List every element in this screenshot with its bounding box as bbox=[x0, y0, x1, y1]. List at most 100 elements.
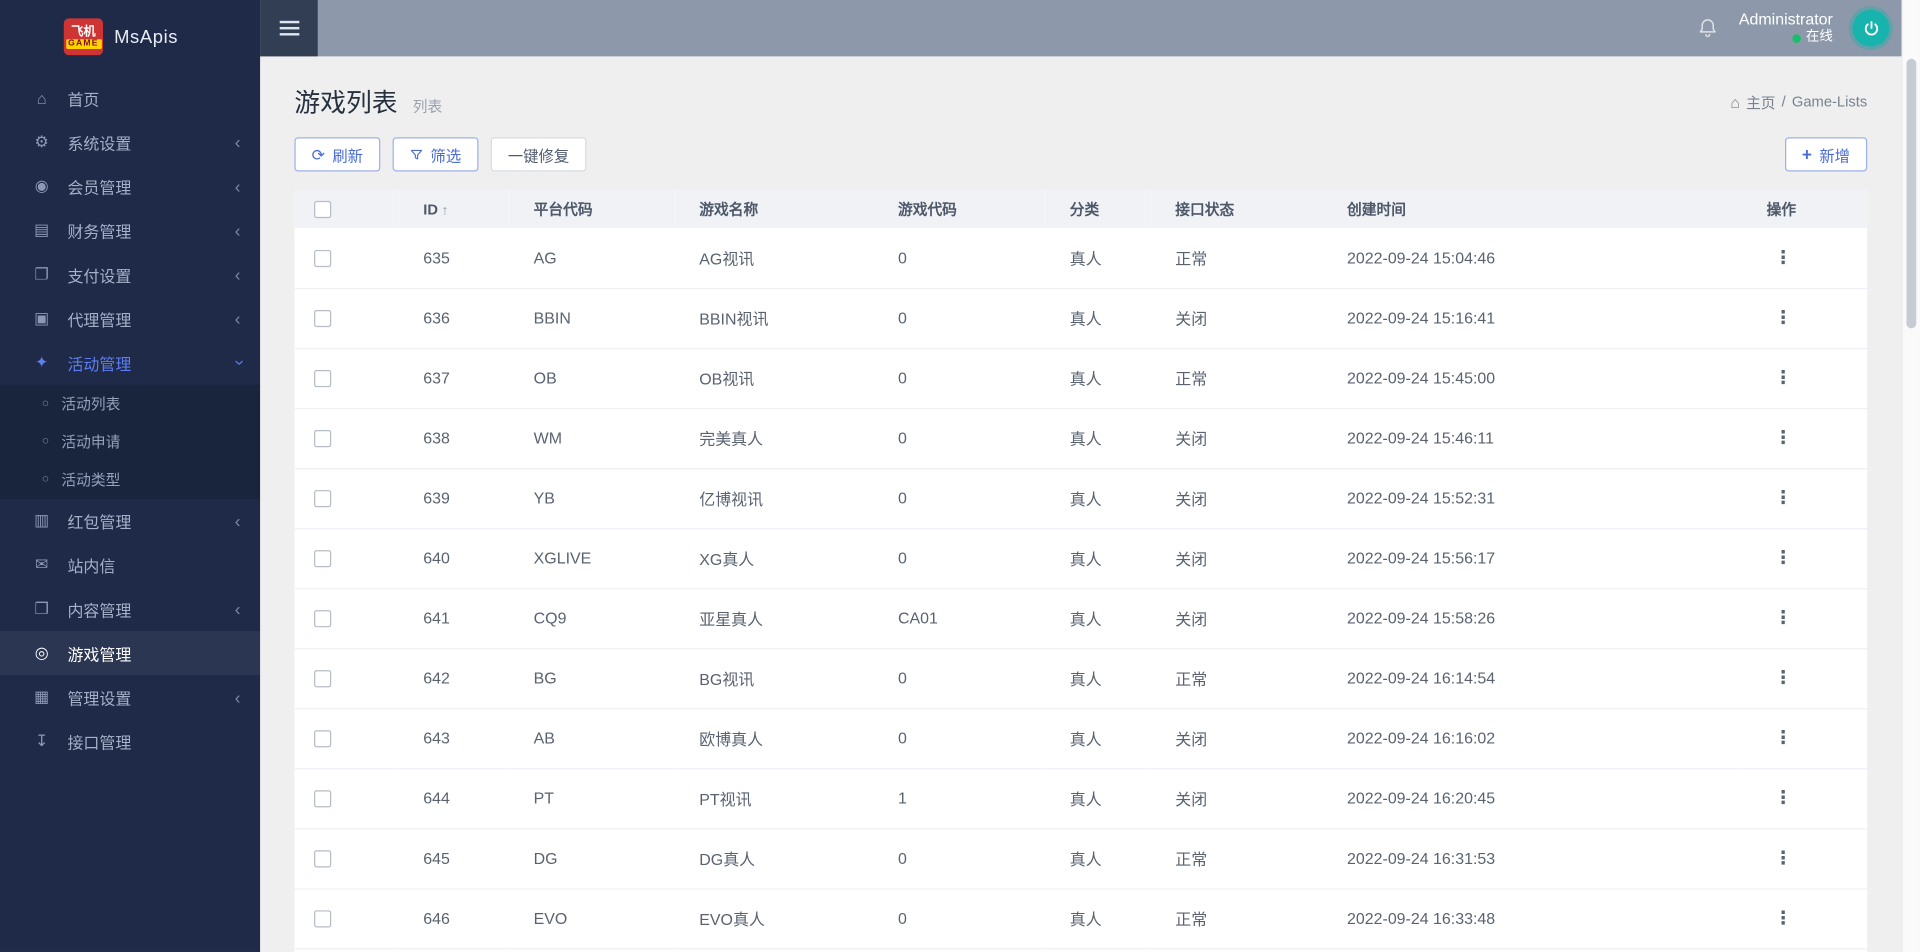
payment-icon: ❐ bbox=[34, 264, 49, 284]
home-icon: ⌂ bbox=[1730, 92, 1740, 111]
sidebar-item-finance-manage[interactable]: ▤ 财务管理 ‹ bbox=[0, 208, 260, 252]
sidebar-item-label: 活动管理 bbox=[67, 354, 132, 374]
sidebar-subitem-activity-apply[interactable]: ○ 活动申请 bbox=[0, 422, 261, 461]
row-checkbox[interactable] bbox=[314, 310, 332, 328]
cell-created-time: 2022-09-24 16:33:48 bbox=[1322, 888, 1743, 949]
sidebar-item-label: 站内信 bbox=[67, 556, 116, 576]
table-row: 645 DG DG真人 0 真人 正常 2022-09-24 16:31:53 ⋮ bbox=[294, 828, 1868, 889]
column-header-5[interactable]: 接口状态 bbox=[1150, 189, 1323, 228]
add-button[interactable]: + 新增 bbox=[1784, 137, 1868, 172]
cell-platform-code: BG bbox=[509, 648, 675, 709]
row-checkbox[interactable] bbox=[314, 370, 332, 388]
row-checkbox[interactable] bbox=[314, 670, 332, 688]
sidebar-item-site-mail[interactable]: ✉ 站内信 bbox=[0, 543, 260, 587]
cell-id: 641 bbox=[398, 588, 510, 649]
breadcrumb-home-link[interactable]: 主页 bbox=[1746, 91, 1775, 112]
row-checkbox[interactable] bbox=[314, 910, 332, 928]
cell-created-time: 2022-09-24 15:46:11 bbox=[1322, 407, 1743, 469]
cell-created-time: 2022-09-24 16:14:54 bbox=[1322, 648, 1743, 709]
cell-game-name: 亿博视讯 bbox=[674, 468, 874, 529]
row-checkbox[interactable] bbox=[314, 850, 332, 868]
column-header-4[interactable]: 分类 bbox=[1045, 189, 1151, 228]
column-header-3[interactable]: 游戏代码 bbox=[873, 189, 1046, 228]
cell-game-code: 0 bbox=[873, 648, 1046, 709]
chevron-down-icon: ‹ bbox=[227, 359, 248, 366]
select-all-checkbox[interactable] bbox=[314, 200, 332, 218]
cell-category: 真人 bbox=[1045, 828, 1151, 889]
cell-game-name: 完美真人 bbox=[674, 407, 874, 469]
cell-platform-code: YB bbox=[509, 468, 675, 529]
games-table: ID ↑ 平台代码 游戏名称 游戏代码 分类 接口状态 创建时间 操作 635 AG AG视讯 0 真人… bbox=[294, 189, 1868, 949]
cell-category: 真人 bbox=[1045, 708, 1151, 769]
chevron-left-icon: ‹ bbox=[234, 510, 241, 531]
column-header-1[interactable]: 平台代码 bbox=[509, 189, 675, 228]
cell-platform-code: AG bbox=[509, 227, 675, 289]
cell-api-status: 关闭 bbox=[1150, 588, 1323, 649]
one-key-repair-button[interactable]: 一键修复 bbox=[490, 137, 587, 172]
row-actions-button[interactable]: ⋮ bbox=[1767, 606, 1800, 629]
sidebar-subitem-activity-type[interactable]: ○ 活动类型 bbox=[0, 460, 261, 499]
row-checkbox[interactable] bbox=[314, 610, 332, 628]
page-head: 游戏列表 列表 ⌂ 主页 / Game-Lists bbox=[294, 83, 1867, 120]
cell-platform-code: PT bbox=[509, 768, 675, 829]
row-actions-button[interactable]: ⋮ bbox=[1767, 787, 1800, 810]
brand-name: MsApis bbox=[114, 26, 179, 48]
cell-game-code: 0 bbox=[873, 407, 1046, 469]
brand-logo-icon: 飞机 GAME bbox=[63, 18, 104, 56]
refresh-button[interactable]: ⟳ 刷新 bbox=[294, 137, 381, 172]
sidebar-item-label: 财务管理 bbox=[67, 222, 132, 241]
row-checkbox[interactable] bbox=[314, 790, 332, 808]
row-checkbox[interactable] bbox=[314, 490, 332, 508]
row-actions-button[interactable]: ⋮ bbox=[1767, 306, 1800, 329]
row-actions-button[interactable]: ⋮ bbox=[1767, 426, 1800, 449]
row-actions-button[interactable]: ⋮ bbox=[1767, 907, 1800, 930]
sidebar-item-game-manage[interactable]: ◎ 游戏管理 bbox=[0, 630, 261, 676]
chevron-left-icon: ‹ bbox=[234, 599, 241, 619]
sidebar-item-activity-manage[interactable]: ✦ 活动管理 ‹ bbox=[0, 341, 260, 385]
cell-id: 636 bbox=[398, 287, 510, 349]
row-actions-button[interactable]: ⋮ bbox=[1767, 667, 1800, 690]
column-header-0[interactable]: ID ↑ bbox=[398, 189, 510, 228]
sidebar-item-home[interactable]: ⌂ 首页 bbox=[0, 76, 260, 120]
row-checkbox[interactable] bbox=[314, 730, 332, 748]
sidebar-item-agent-manage[interactable]: ▣ 代理管理 ‹ bbox=[0, 296, 260, 340]
sidebar-item-admin-settings[interactable]: ▦ 管理设置 ‹ bbox=[0, 675, 260, 719]
logout-button[interactable] bbox=[1852, 9, 1890, 47]
cell-created-time: 2022-09-24 15:04:46 bbox=[1322, 227, 1743, 289]
row-actions-button[interactable]: ⋮ bbox=[1767, 546, 1800, 569]
vertical-scrollbar[interactable] bbox=[1906, 58, 1917, 329]
row-checkbox[interactable] bbox=[314, 249, 332, 268]
cell-category: 真人 bbox=[1045, 227, 1151, 289]
sidebar-menu: ⌂ 首页 ⚙ 系统设置 ‹ ◉ 会员管理 ‹ ▤ 财务管理 ‹ ❐ 支付设置 ‹ ▣ 代理管理 ‹ ✦ 活动管理 ‹ ○… bbox=[0, 76, 261, 763]
row-actions-button[interactable]: ⋮ bbox=[1767, 727, 1800, 750]
user-info[interactable]: Administrator 在线 bbox=[1739, 10, 1833, 47]
table-row: 642 BG BG视讯 0 真人 正常 2022-09-24 16:14:54 ⋮ bbox=[294, 648, 1868, 709]
breadcrumb: ⌂ 主页 / Game-Lists bbox=[1730, 91, 1867, 112]
row-actions-button[interactable]: ⋮ bbox=[1767, 246, 1800, 269]
funnel-icon bbox=[410, 149, 423, 159]
cell-game-code: 0 bbox=[873, 227, 1046, 289]
notification-bell-icon[interactable] bbox=[1697, 17, 1719, 39]
sidebar-item-payment-settings[interactable]: ❐ 支付设置 ‹ bbox=[0, 252, 260, 296]
logo-text-bottom: GAME bbox=[65, 38, 102, 49]
sidebar-toggle-button[interactable] bbox=[260, 0, 318, 57]
filter-button[interactable]: 筛选 bbox=[392, 137, 479, 172]
column-header-2[interactable]: 游戏名称 bbox=[674, 189, 874, 228]
row-actions-button[interactable]: ⋮ bbox=[1767, 366, 1800, 389]
row-checkbox[interactable] bbox=[314, 550, 332, 568]
sort-asc-icon[interactable]: ↑ bbox=[442, 203, 449, 218]
sidebar-item-member-manage[interactable]: ◉ 会员管理 ‹ bbox=[0, 164, 260, 208]
sidebar-item-system-settings[interactable]: ⚙ 系统设置 ‹ bbox=[0, 120, 260, 164]
sidebar-item-label: 系统设置 bbox=[67, 134, 132, 153]
cell-created-time: 2022-09-24 16:20:45 bbox=[1322, 768, 1743, 829]
finance-icon: ▤ bbox=[34, 220, 50, 239]
sidebar-item-content-manage[interactable]: ❒ 内容管理 ‹ bbox=[0, 587, 260, 631]
sidebar-item-redpacket-manage[interactable]: ▥ 红包管理 ‹ bbox=[0, 499, 260, 543]
column-header-6[interactable]: 创建时间 bbox=[1322, 189, 1743, 228]
sidebar-item-api-manage[interactable]: ↧ 接口管理 bbox=[0, 719, 260, 763]
row-actions-button[interactable]: ⋮ bbox=[1767, 847, 1800, 870]
row-actions-button[interactable]: ⋮ bbox=[1767, 486, 1800, 509]
sidebar-subitem-activity-list[interactable]: ○ 活动列表 bbox=[0, 384, 261, 423]
row-checkbox[interactable] bbox=[314, 430, 332, 448]
column-header-7[interactable]: 操作 bbox=[1742, 189, 1868, 228]
